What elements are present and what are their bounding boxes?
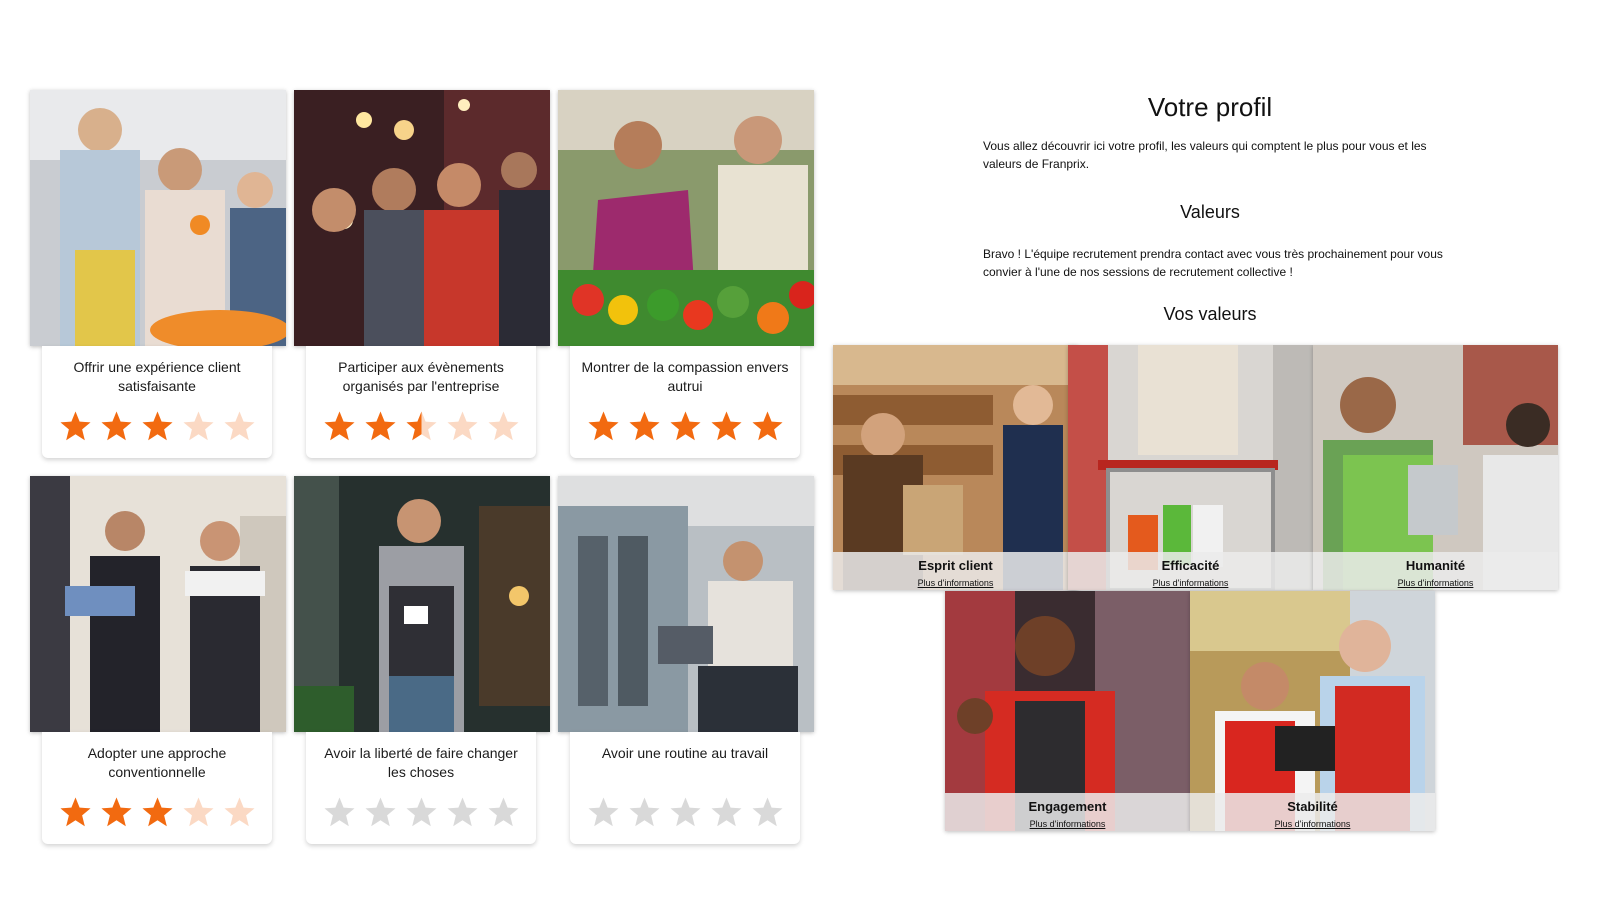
star-icon[interactable]: [223, 796, 256, 829]
star-icon[interactable]: [405, 796, 438, 829]
star-icon[interactable]: [446, 796, 479, 829]
card-label: Avoir la liberté de faire changer les ch…: [324, 745, 518, 780]
star-icon[interactable]: [587, 796, 620, 829]
star-icon[interactable]: [710, 410, 743, 443]
card-panel: Offrir une expérience client satisfaisan…: [42, 346, 272, 458]
card-label: Adopter une approche conventionnelle: [87, 745, 227, 780]
star-icon[interactable]: [710, 796, 743, 829]
star-icon[interactable]: [182, 796, 215, 829]
valeurs-heading: Valeurs: [1180, 202, 1240, 222]
star-rating[interactable]: [306, 796, 536, 829]
card-panel: Adopter une approche conventionnelle: [42, 732, 272, 844]
value-caption: Stabilité Plus d'informations: [1190, 793, 1435, 831]
star-rating[interactable]: [570, 410, 800, 443]
star-icon[interactable]: [628, 796, 661, 829]
value-name: Efficacité: [1161, 558, 1220, 573]
star-rating[interactable]: [570, 796, 800, 829]
value-name: Stabilité: [1287, 799, 1338, 814]
card-photo: [558, 90, 814, 346]
vos-valeurs-heading: Vos valeurs: [1163, 304, 1257, 324]
star-icon[interactable]: [182, 410, 215, 443]
card-panel: Montrer de la compassion envers autrui: [570, 346, 800, 458]
value-name: Humanité: [1405, 558, 1466, 573]
confirmation-text: Bravo ! L'équipe recrutement prendra con…: [983, 247, 1443, 279]
more-info-link[interactable]: Plus d'informations: [1275, 819, 1351, 829]
card-label: Montrer de la compassion envers autrui: [581, 359, 789, 394]
value-tile-esprit-client[interactable]: Esprit client Plus d'informations: [833, 345, 1078, 590]
intro-text: Vous allez découvrir ici votre profil, l…: [983, 139, 1427, 171]
star-rating[interactable]: [306, 410, 536, 443]
star-icon[interactable]: [487, 410, 520, 443]
star-icon[interactable]: [323, 410, 356, 443]
star-icon[interactable]: [323, 796, 356, 829]
card-photo: [294, 476, 550, 732]
card-panel: Participer aux évènements organisés par …: [306, 346, 536, 458]
card-photo: [30, 476, 286, 732]
star-icon[interactable]: [141, 796, 174, 829]
card-label: Participer aux évènements organisés par …: [338, 359, 504, 394]
star-icon[interactable]: [628, 410, 661, 443]
star-icon[interactable]: [59, 410, 92, 443]
more-info-link[interactable]: Plus d'informations: [1398, 578, 1474, 588]
card-label: Offrir une expérience client satisfaisan…: [73, 359, 241, 394]
value-tile-humanite[interactable]: Humanité Plus d'informations: [1313, 345, 1558, 590]
value-caption: Humanité Plus d'informations: [1313, 552, 1558, 590]
star-icon[interactable]: [669, 796, 702, 829]
value-tile-engagement[interactable]: Engagement Plus d'informations: [945, 591, 1190, 831]
star-icon[interactable]: [223, 410, 256, 443]
star-icon[interactable]: [405, 410, 438, 443]
card-panel: Avoir une routine au travail: [570, 732, 800, 844]
value-caption: Efficacité Plus d'informations: [1068, 552, 1313, 590]
star-rating[interactable]: [42, 796, 272, 829]
value-caption: Engagement Plus d'informations: [945, 793, 1190, 831]
star-icon[interactable]: [141, 410, 174, 443]
page-title: Votre profil: [1147, 92, 1273, 122]
card-photo: [30, 90, 286, 346]
star-icon[interactable]: [59, 796, 92, 829]
more-info-link[interactable]: Plus d'informations: [1030, 819, 1106, 829]
star-icon[interactable]: [487, 796, 520, 829]
card-photo: [294, 90, 550, 346]
value-tile-stabilite[interactable]: Stabilité Plus d'informations: [1190, 591, 1435, 831]
card-photo: [558, 476, 814, 732]
star-icon[interactable]: [751, 410, 784, 443]
star-icon[interactable]: [364, 410, 397, 443]
star-icon[interactable]: [751, 796, 784, 829]
value-name: Esprit client: [918, 558, 993, 573]
more-info-link[interactable]: Plus d'informations: [1153, 578, 1229, 588]
star-icon[interactable]: [669, 410, 702, 443]
card-label: Avoir une routine au travail: [601, 745, 769, 761]
star-icon[interactable]: [587, 410, 620, 443]
card-panel: Avoir la liberté de faire changer les ch…: [306, 732, 536, 844]
star-rating[interactable]: [42, 410, 272, 443]
value-name: Engagement: [1028, 799, 1107, 814]
more-info-link[interactable]: Plus d'informations: [918, 578, 994, 588]
star-icon[interactable]: [100, 796, 133, 829]
value-tile-efficacite[interactable]: Efficacité Plus d'informations: [1068, 345, 1313, 590]
star-icon[interactable]: [100, 410, 133, 443]
star-icon[interactable]: [446, 410, 479, 443]
value-caption: Esprit client Plus d'informations: [833, 552, 1078, 590]
star-icon[interactable]: [364, 796, 397, 829]
